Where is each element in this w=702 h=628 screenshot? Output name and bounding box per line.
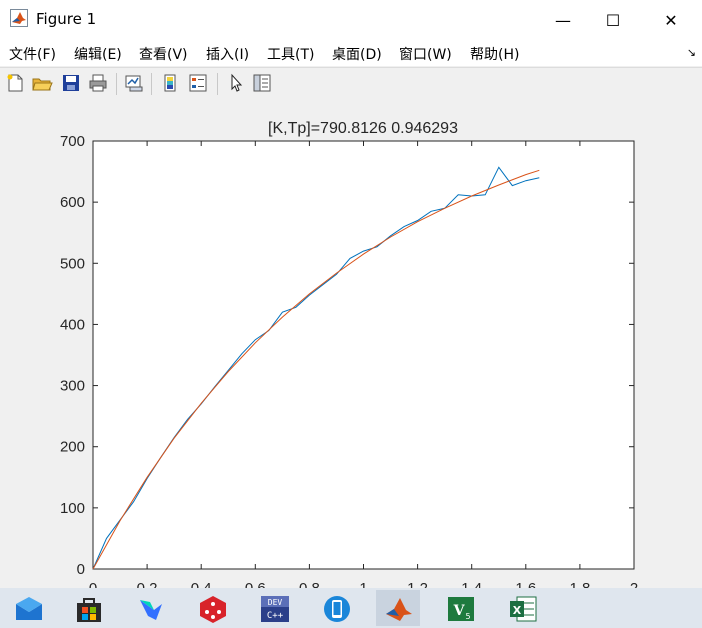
svg-text:C++: C++	[267, 611, 284, 621]
dice-app-icon	[200, 596, 226, 623]
insert-legend-icon[interactable]	[187, 72, 209, 94]
taskbar-store[interactable]	[66, 590, 110, 626]
taskbar-devcpp[interactable]: DEV C++	[252, 590, 296, 626]
taskbar-mail[interactable]	[6, 590, 50, 626]
chart-title: [K,Tp]=790.8126 0.946293	[268, 120, 458, 137]
menu-desktop[interactable]: 桌面(D)	[332, 44, 382, 64]
mail-icon	[16, 597, 42, 620]
link-plot-icon[interactable]	[123, 72, 145, 94]
taskbar: DEV C++ V 5 X	[0, 588, 702, 628]
toolbar-separator	[217, 73, 218, 95]
x-tick-label: 2	[630, 580, 638, 588]
x-tick-label: 1.8	[569, 580, 590, 588]
x-tick-label: 0.2	[137, 580, 158, 588]
menu-tools[interactable]: 工具(T)	[267, 44, 314, 64]
taskbar-dice-app[interactable]	[190, 590, 234, 626]
x-tick-label: 1.4	[461, 580, 482, 588]
menu-window[interactable]: 窗口(W)	[399, 44, 452, 64]
x-tick-label: 1.6	[515, 580, 536, 588]
save-icon[interactable]	[60, 72, 82, 94]
svg-text:5: 5	[465, 612, 470, 621]
phone-link-icon	[324, 596, 350, 622]
menu-file[interactable]: 文件(F)	[9, 44, 56, 64]
x-tick-label: 0	[89, 580, 97, 588]
store-icon	[77, 598, 101, 622]
excel-icon: X	[510, 596, 537, 622]
close-button[interactable]: ✕	[648, 0, 694, 40]
pointer-icon[interactable]	[225, 72, 247, 94]
window-titlebar: Figure 1 — ☐ ✕	[0, 0, 702, 40]
insert-colorbar-icon[interactable]	[159, 72, 181, 94]
maximize-icon: ☐	[605, 10, 621, 30]
svg-text:X: X	[513, 604, 522, 617]
plot-axes-box	[92, 140, 635, 570]
menu-insert[interactable]: 插入(I)	[206, 44, 249, 64]
menu-bar: 文件(F) 编辑(E) 查看(V) 插入(I) 工具(T) 桌面(D) 窗口(W…	[0, 40, 702, 66]
matlab-icon	[386, 598, 412, 621]
open-folder-icon[interactable]	[31, 72, 53, 94]
figure-canvas: [K,Tp]=790.8126 0.946293 0 0.2 0.4 0.6 0.8 1 1…	[0, 101, 702, 588]
property-editor-icon[interactable]	[251, 72, 273, 94]
x-tick-label: 1	[359, 580, 367, 588]
close-icon: ✕	[664, 10, 678, 30]
x-tick-label: 0.8	[299, 580, 320, 588]
line-plot[interactable]: [K,Tp]=790.8126 0.946293 0 0.2 0.4 0.6 0.8 1 1…	[0, 101, 702, 588]
minimize-icon: —	[555, 10, 571, 30]
y-tick-label: 700	[60, 133, 85, 150]
y-tick-label: 300	[60, 378, 85, 395]
menu-overflow-icon[interactable]: ↘	[687, 46, 696, 59]
y-tick-label: 100	[60, 500, 85, 517]
y-tick-label: 200	[60, 439, 85, 456]
y-tick-label: 0	[77, 561, 85, 578]
devcpp-icon: DEV C++	[261, 596, 289, 622]
window-title: Figure 1	[36, 10, 97, 28]
svg-text:V: V	[453, 603, 466, 619]
matlab-logo-icon	[10, 9, 28, 27]
menu-edit[interactable]: 编辑(E)	[74, 44, 122, 64]
feishu-icon	[140, 600, 162, 620]
print-icon[interactable]	[87, 72, 109, 94]
taskbar-phone-link[interactable]	[314, 590, 358, 626]
menu-help[interactable]: 帮助(H)	[470, 44, 519, 64]
taskbar-excel[interactable]: X	[500, 590, 544, 626]
y-tick-label: 500	[60, 255, 85, 272]
y-tick-label: 600	[60, 194, 85, 211]
y-tick-label: 400	[60, 316, 85, 333]
x-tick-label: 0.6	[245, 580, 266, 588]
visio-icon: V 5	[448, 597, 474, 621]
x-tick-label: 1.2	[407, 580, 428, 588]
menu-view[interactable]: 查看(V)	[139, 44, 188, 64]
x-tick-label: 0.4	[191, 580, 212, 588]
taskbar-matlab[interactable]	[376, 590, 420, 626]
figure-toolbar	[0, 67, 702, 102]
toolbar-separator	[151, 73, 152, 95]
svg-text:DEV: DEV	[268, 598, 283, 607]
taskbar-visio[interactable]: V 5	[438, 590, 482, 626]
toolbar-separator	[116, 73, 117, 95]
maximize-button[interactable]: ☐	[590, 0, 636, 40]
minimize-button[interactable]: —	[540, 0, 586, 40]
taskbar-feishu[interactable]	[128, 590, 172, 626]
new-figure-icon[interactable]	[4, 72, 26, 94]
